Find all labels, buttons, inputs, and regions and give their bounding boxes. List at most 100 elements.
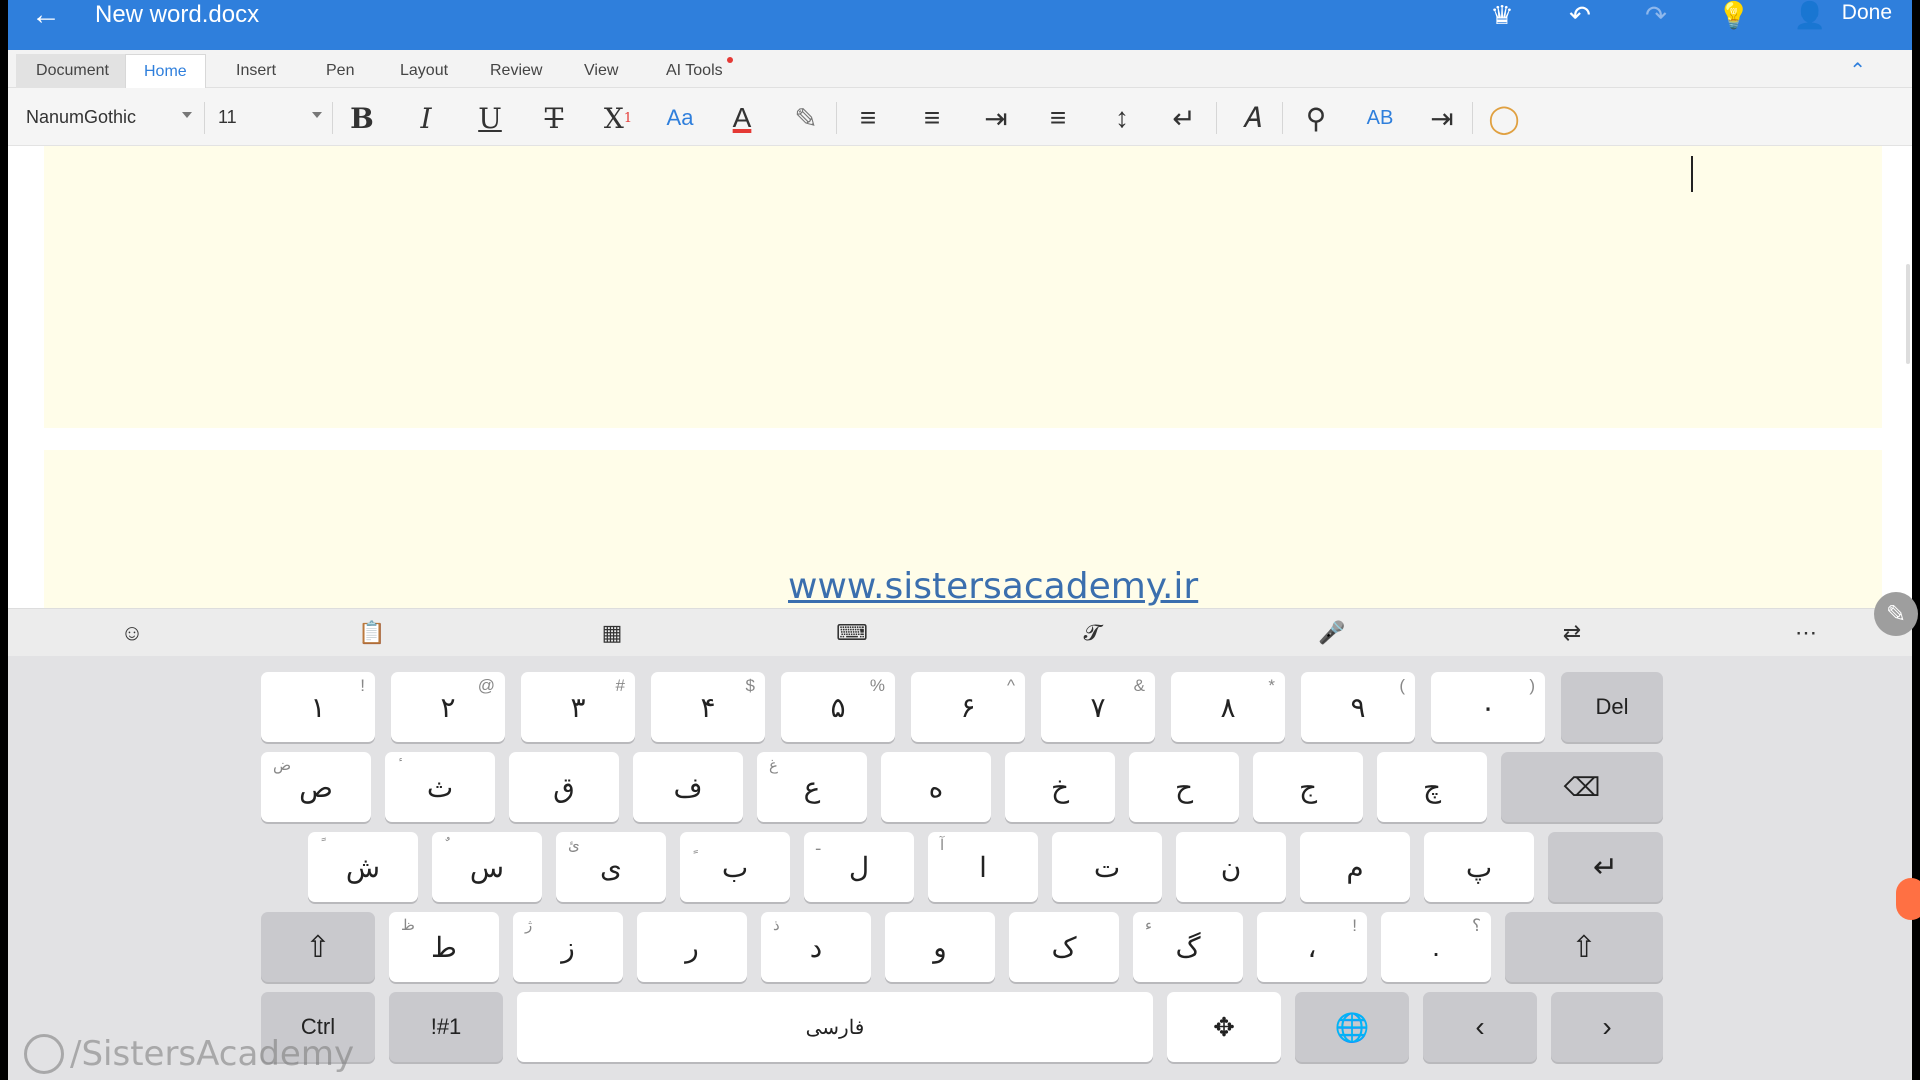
tab-pen[interactable]: Pen <box>308 54 372 88</box>
key-be[interactable]: بٍ <box>680 832 790 902</box>
key-3[interactable]: ٣ # <box>521 672 635 742</box>
highlight-icon[interactable]: ✎ <box>784 98 828 138</box>
page[interactable] <box>44 146 1882 428</box>
pencil-icon[interactable]: ✎ <box>1874 592 1918 636</box>
key-2[interactable]: ٢ @ <box>391 672 505 742</box>
key-ze[interactable]: زژ <box>513 912 623 982</box>
translate-icon[interactable]: ⇄ <box>1552 615 1592 651</box>
change-case-icon[interactable]: Aa <box>658 98 702 138</box>
key-he-jimi[interactable]: ح <box>1129 752 1239 822</box>
key-6[interactable]: ۶ ^ <box>911 672 1025 742</box>
keyboard-mode-icon[interactable]: ⌨ <box>832 615 872 651</box>
crown-icon[interactable]: ♛ <box>1482 0 1522 30</box>
replace-icon[interactable]: AB <box>1358 98 1402 138</box>
font-size-dropdown[interactable]: 11 <box>210 100 330 134</box>
key-pe[interactable]: پ <box>1424 832 1534 902</box>
arrow-left-key[interactable]: ‹ <box>1423 992 1537 1062</box>
space-key[interactable]: فارسی <box>517 992 1153 1062</box>
undo-icon[interactable]: ↶ <box>1560 0 1600 30</box>
enter-key[interactable]: ↵ <box>1548 832 1663 902</box>
del-key[interactable]: Del <box>1561 672 1663 742</box>
bold-icon[interactable]: B <box>340 98 384 138</box>
key-1[interactable]: ١! <box>261 672 375 742</box>
key-qaf[interactable]: ق <box>509 752 619 822</box>
microphone-icon[interactable]: 🎤 <box>1312 615 1352 651</box>
font-color-icon[interactable]: A <box>720 98 764 138</box>
key-sad[interactable]: صض <box>261 752 371 822</box>
lips-icon[interactable]: ◯ <box>1482 98 1526 138</box>
key-ta[interactable]: طظ <box>389 912 499 982</box>
share-user-icon[interactable]: 👤 <box>1790 0 1830 30</box>
font-family-dropdown[interactable]: NanumGothic <box>18 100 200 134</box>
key-che[interactable]: چ <box>1377 752 1487 822</box>
tab-ai-tools[interactable]: AI Tools <box>648 54 741 88</box>
key-dal[interactable]: دذ <box>761 912 871 982</box>
key-vav[interactable]: و <box>885 912 995 982</box>
numbered-list-icon[interactable]: ≡ <box>910 98 954 138</box>
tab-insert[interactable]: Insert <box>218 54 294 88</box>
redo-icon[interactable]: ↷ <box>1636 0 1676 30</box>
align-left-icon[interactable]: ≡ <box>1036 98 1080 138</box>
key-nun[interactable]: ن <box>1176 832 1286 902</box>
keypad-icon[interactable]: ▦ <box>592 615 632 651</box>
text-edit-icon[interactable]: 𝓣 <box>1072 615 1112 651</box>
key-khe[interactable]: خ <box>1005 752 1115 822</box>
key-period[interactable]: . ؟ <box>1381 912 1491 982</box>
search-icon[interactable]: ⚲ <box>1294 98 1338 138</box>
key-mim[interactable]: م <box>1300 832 1410 902</box>
shift-key-right[interactable]: ⇧ <box>1505 912 1663 982</box>
superscript-icon[interactable]: X1 <box>596 98 640 138</box>
key-lam[interactable]: لـ <box>804 832 914 902</box>
italic-icon[interactable]: I <box>404 98 448 138</box>
lightbulb-icon[interactable]: 💡 <box>1714 0 1754 30</box>
key-jim[interactable]: ج <box>1253 752 1363 822</box>
key-9[interactable]: ٩( <box>1301 672 1415 742</box>
shift-key-left[interactable]: ⇧ <box>261 912 375 982</box>
paragraph-mark-icon[interactable]: ↵ <box>1162 98 1206 138</box>
key-te[interactable]: ت <box>1052 832 1162 902</box>
cursor-move-key[interactable]: ✥ <box>1167 992 1281 1062</box>
clear-format-icon[interactable]: 𝐴 <box>1230 98 1274 138</box>
clipboard-icon[interactable]: 📋 <box>352 615 392 651</box>
key-5[interactable]: ۵% <box>781 672 895 742</box>
key-kaf[interactable]: ک <box>1009 912 1119 982</box>
key-fe[interactable]: ف <box>633 752 743 822</box>
scrollbar[interactable] <box>1906 264 1910 364</box>
key-ye[interactable]: یئ <box>556 832 666 902</box>
key-comma[interactable]: ،! <box>1257 912 1367 982</box>
document-canvas[interactable] <box>8 146 1912 610</box>
tab-review[interactable]: Review <box>472 54 560 88</box>
bullet-list-icon[interactable]: ≡ <box>846 98 890 138</box>
key-8[interactable]: ٨ * <box>1171 672 1285 742</box>
floating-bubble[interactable] <box>1896 878 1920 920</box>
back-arrow-icon[interactable]: ← <box>26 0 66 30</box>
symbols-key[interactable]: !#1 <box>389 992 503 1062</box>
key-0[interactable]: ٠) <box>1431 672 1545 742</box>
arrow-right-key[interactable]: › <box>1551 992 1663 1062</box>
tab-view[interactable]: View <box>566 54 636 88</box>
indent-icon[interactable]: ⇥ <box>974 98 1018 138</box>
key-7[interactable]: ٧ & <box>1041 672 1155 742</box>
key-ein[interactable]: عغ <box>757 752 867 822</box>
key-shin[interactable]: شً <box>308 832 418 902</box>
key-gaf[interactable]: گء <box>1133 912 1243 982</box>
strikethrough-icon[interactable]: T <box>532 98 576 138</box>
tab-layout[interactable]: Layout <box>382 54 466 88</box>
key-4[interactable]: ۴ $ <box>651 672 765 742</box>
more-options-icon[interactable]: ⋯ <box>1786 615 1826 651</box>
tab-home[interactable]: Home <box>125 54 206 88</box>
tab-document[interactable]: Document <box>16 54 129 88</box>
done-button[interactable]: Done <box>1842 1 1892 25</box>
key-se[interactable]: ثٔ <box>385 752 495 822</box>
emoji-icon[interactable]: ☺ <box>112 615 152 651</box>
collapse-ribbon-icon[interactable]: ⌃ <box>1849 58 1866 83</box>
language-key[interactable]: 🌐 <box>1295 992 1409 1062</box>
line-spacing-icon[interactable]: ↕ <box>1100 98 1144 138</box>
key-re[interactable]: ر <box>637 912 747 982</box>
backspace-key[interactable]: ⌫ <box>1501 752 1663 822</box>
key-sin[interactable]: سٌ <box>432 832 542 902</box>
key-alef[interactable]: اآ <box>928 832 1038 902</box>
key-he[interactable]: ه <box>881 752 991 822</box>
go-to-page-icon[interactable]: ⇥ <box>1420 98 1464 138</box>
underline-icon[interactable]: U <box>468 98 512 138</box>
